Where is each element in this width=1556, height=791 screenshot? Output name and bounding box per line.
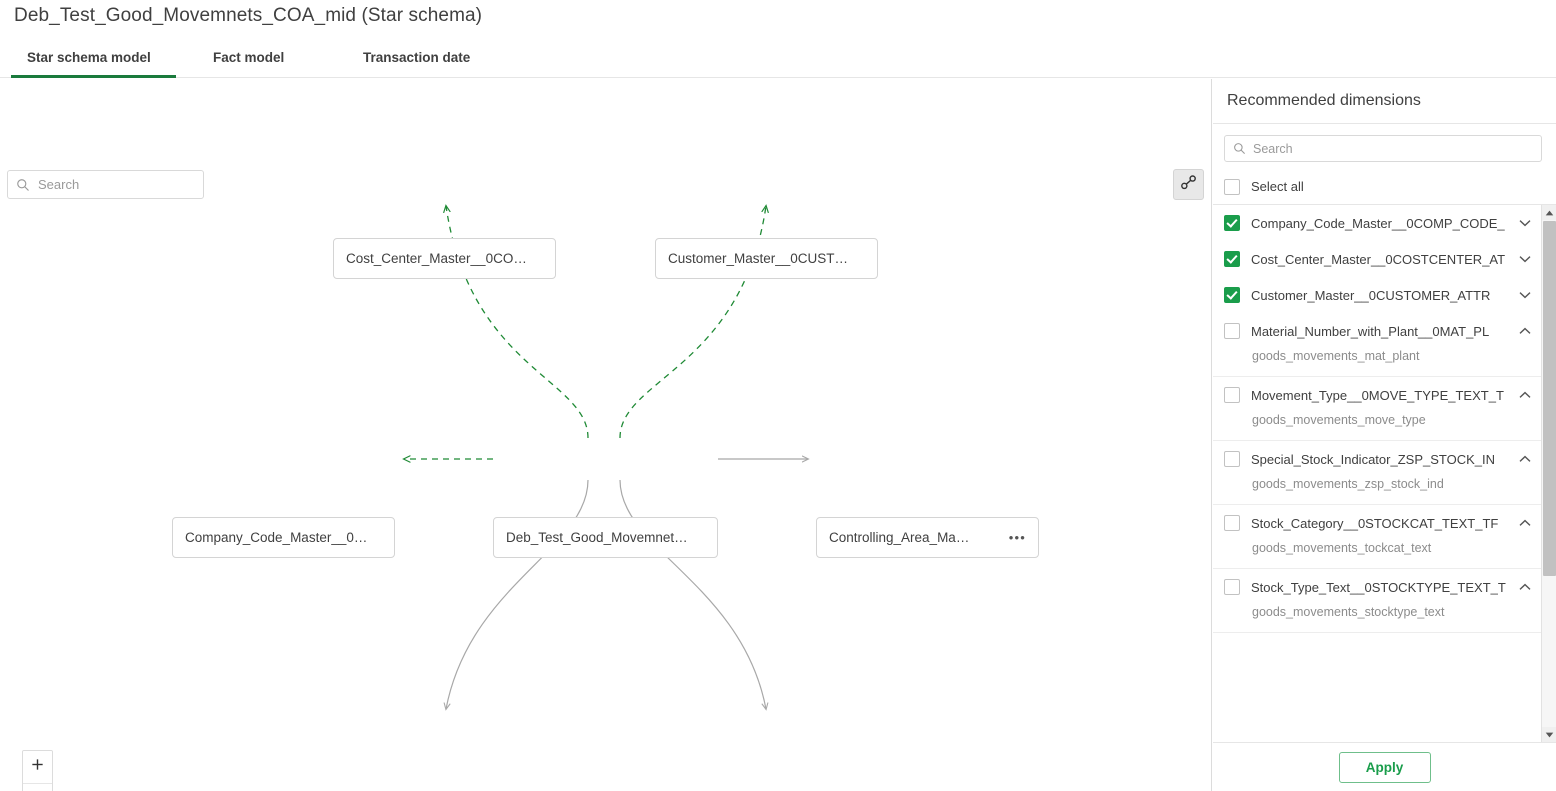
- tab-label: Transaction date: [363, 50, 470, 65]
- scrollbar-thumb[interactable]: [1543, 221, 1556, 576]
- node-overflow-menu-icon[interactable]: •••: [1009, 531, 1026, 544]
- dimension-name: Company_Code_Master__0COMP_CODE_: [1251, 216, 1517, 231]
- select-all-checkbox[interactable]: [1224, 179, 1240, 195]
- dimension-group: Special_Stock_Indicator_ZSP_STOCK_IN goo…: [1213, 441, 1541, 505]
- dimension-checkbox[interactable]: [1224, 451, 1240, 467]
- chevron-down-icon[interactable]: [1517, 291, 1533, 299]
- dimension-name: Movement_Type__0MOVE_TYPE_TEXT_T: [1251, 388, 1517, 403]
- panel-search-box[interactable]: Search: [1224, 135, 1542, 162]
- dimension-checkbox[interactable]: [1224, 323, 1240, 339]
- dimension-list-scrollbar[interactable]: [1541, 205, 1556, 742]
- dimension-checkbox[interactable]: [1224, 215, 1240, 231]
- graph-node-company-code-master[interactable]: Company_Code_Master__0…: [172, 517, 395, 558]
- panel-search-placeholder: Search: [1253, 142, 1293, 156]
- tab-label: Star schema model: [27, 50, 151, 65]
- tab-transaction-date[interactable]: Transaction date: [363, 44, 470, 78]
- dimension-checkbox[interactable]: [1224, 387, 1240, 403]
- dimension-row-special-stock-indicator[interactable]: Special_Stock_Indicator_ZSP_STOCK_IN: [1213, 441, 1541, 477]
- dimension-row-company-code-master[interactable]: Company_Code_Master__0COMP_CODE_: [1213, 205, 1541, 241]
- dimension-table-name: goods_movements_move_type: [1213, 413, 1541, 440]
- dimension-row-customer-master[interactable]: Customer_Master__0CUSTOMER_ATTR: [1213, 277, 1541, 313]
- dimension-checkbox[interactable]: [1224, 251, 1240, 267]
- dimension-row-cost-center-master[interactable]: Cost_Center_Master__0COSTCENTER_AT: [1213, 241, 1541, 277]
- dimension-table-name: goods_movements_tockcat_text: [1213, 541, 1541, 568]
- dimension-checkbox[interactable]: [1224, 515, 1240, 531]
- dimension-table-name: goods_movements_zsp_stock_ind: [1213, 477, 1541, 504]
- chevron-down-icon[interactable]: [1517, 219, 1533, 227]
- select-all-label: Select all: [1251, 179, 1304, 194]
- show-associations-button[interactable]: [1173, 169, 1204, 200]
- canvas-search-box[interactable]: Search: [7, 170, 204, 199]
- graph-node-label: Controlling_Area_Ma…: [829, 530, 1003, 545]
- chevron-up-icon[interactable]: [1517, 583, 1533, 591]
- chevron-up-icon[interactable]: [1517, 519, 1533, 527]
- graph-node-cost-center-master[interactable]: Cost_Center_Master__0CO…: [333, 238, 556, 279]
- dimension-checkbox[interactable]: [1224, 287, 1240, 303]
- dimension-name: Special_Stock_Indicator_ZSP_STOCK_IN: [1251, 452, 1517, 467]
- tab-label: Fact model: [213, 50, 284, 65]
- graph-node-label: Cost_Center_Master__0CO…: [346, 251, 543, 266]
- apply-button[interactable]: Apply: [1339, 752, 1431, 783]
- tab-fact-model[interactable]: Fact model: [213, 44, 284, 78]
- graph-node-label: Customer_Master__0CUST…: [668, 251, 865, 266]
- link-association-icon: [1180, 174, 1197, 196]
- canvas-search-placeholder: Search: [38, 177, 79, 192]
- dimension-group: Stock_Type_Text__0STOCKTYPE_TEXT_T goods…: [1213, 569, 1541, 633]
- zoom-controls: [22, 750, 53, 791]
- dimension-name: Cost_Center_Master__0COSTCENTER_AT: [1251, 252, 1517, 267]
- panel-footer: Apply: [1213, 743, 1556, 791]
- tab-bar: Star schema model Fact model Transaction…: [0, 44, 1556, 78]
- dimension-group: Company_Code_Master__0COMP_CODE_: [1213, 205, 1541, 241]
- zoom-in-button[interactable]: [23, 751, 52, 783]
- dimension-group: Stock_Category__0STOCKCAT_TEXT_TF goods_…: [1213, 505, 1541, 569]
- chevron-up-icon[interactable]: [1517, 455, 1533, 463]
- star-schema-canvas[interactable]: Search Cost_Center_Master__0CO… Customer…: [0, 79, 1212, 791]
- chevron-up-icon[interactable]: [1517, 327, 1533, 335]
- dimension-row-stock-type-text[interactable]: Stock_Type_Text__0STOCKTYPE_TEXT_T: [1213, 569, 1541, 605]
- dimension-name: Stock_Type_Text__0STOCKTYPE_TEXT_T: [1251, 580, 1517, 595]
- search-icon: [1233, 142, 1246, 155]
- dimension-name: Customer_Master__0CUSTOMER_ATTR: [1251, 288, 1517, 303]
- page-title: Deb_Test_Good_Movemnets_COA_mid (Star sc…: [14, 5, 482, 27]
- graph-node-label: Deb_Test_Good_Movemnet…: [506, 530, 705, 545]
- chevron-up-icon[interactable]: [1517, 391, 1533, 399]
- dimension-row-material-number-with-plant[interactable]: Material_Number_with_Plant__0MAT_PL: [1213, 313, 1541, 349]
- graph-node-controlling-area-master[interactable]: Controlling_Area_Ma… •••: [816, 517, 1039, 558]
- dimension-group: Material_Number_with_Plant__0MAT_PL good…: [1213, 313, 1541, 377]
- dimension-group: Customer_Master__0CUSTOMER_ATTR: [1213, 277, 1541, 313]
- search-icon: [16, 178, 30, 192]
- tab-star-schema-model[interactable]: Star schema model: [27, 44, 151, 78]
- dimension-table-name: goods_movements_mat_plant: [1213, 349, 1541, 376]
- dimension-group: Movement_Type__0MOVE_TYPE_TEXT_T goods_m…: [1213, 377, 1541, 441]
- chevron-down-icon[interactable]: [1517, 255, 1533, 263]
- graph-node-customer-master[interactable]: Customer_Master__0CUST…: [655, 238, 878, 279]
- star-schema-app: Deb_Test_Good_Movemnets_COA_mid (Star sc…: [0, 0, 1556, 791]
- panel-title: Recommended dimensions: [1213, 79, 1556, 124]
- graph-node-fact-deb-test-good-movemnets[interactable]: Deb_Test_Good_Movemnet…: [493, 517, 718, 558]
- dimension-name: Stock_Category__0STOCKCAT_TEXT_TF: [1251, 516, 1517, 531]
- panel-search-wrapper: Search: [1213, 124, 1556, 162]
- zoom-out-button[interactable]: [23, 783, 52, 791]
- dimension-table-name: goods_movements_stocktype_text: [1213, 605, 1541, 632]
- dimension-row-stock-category[interactable]: Stock_Category__0STOCKCAT_TEXT_TF: [1213, 505, 1541, 541]
- dimension-list-scroll: Company_Code_Master__0COMP_CODE_ Cost_Ce…: [1213, 205, 1541, 742]
- plus-icon: [30, 757, 45, 777]
- dimension-checkbox[interactable]: [1224, 579, 1240, 595]
- dimension-list[interactable]: Company_Code_Master__0COMP_CODE_ Cost_Ce…: [1213, 205, 1556, 743]
- select-all-row[interactable]: Select all: [1213, 169, 1556, 205]
- recommended-dimensions-panel: Recommended dimensions Search Select all: [1213, 79, 1556, 791]
- graph-node-label: Company_Code_Master__0…: [185, 530, 382, 545]
- scroll-up-arrow-icon[interactable]: [1542, 205, 1556, 220]
- dimension-name: Material_Number_with_Plant__0MAT_PL: [1251, 324, 1517, 339]
- dimension-row-movement-type[interactable]: Movement_Type__0MOVE_TYPE_TEXT_T: [1213, 377, 1541, 413]
- dimension-group: Cost_Center_Master__0COSTCENTER_AT: [1213, 241, 1541, 277]
- scroll-down-arrow-icon[interactable]: [1542, 727, 1556, 742]
